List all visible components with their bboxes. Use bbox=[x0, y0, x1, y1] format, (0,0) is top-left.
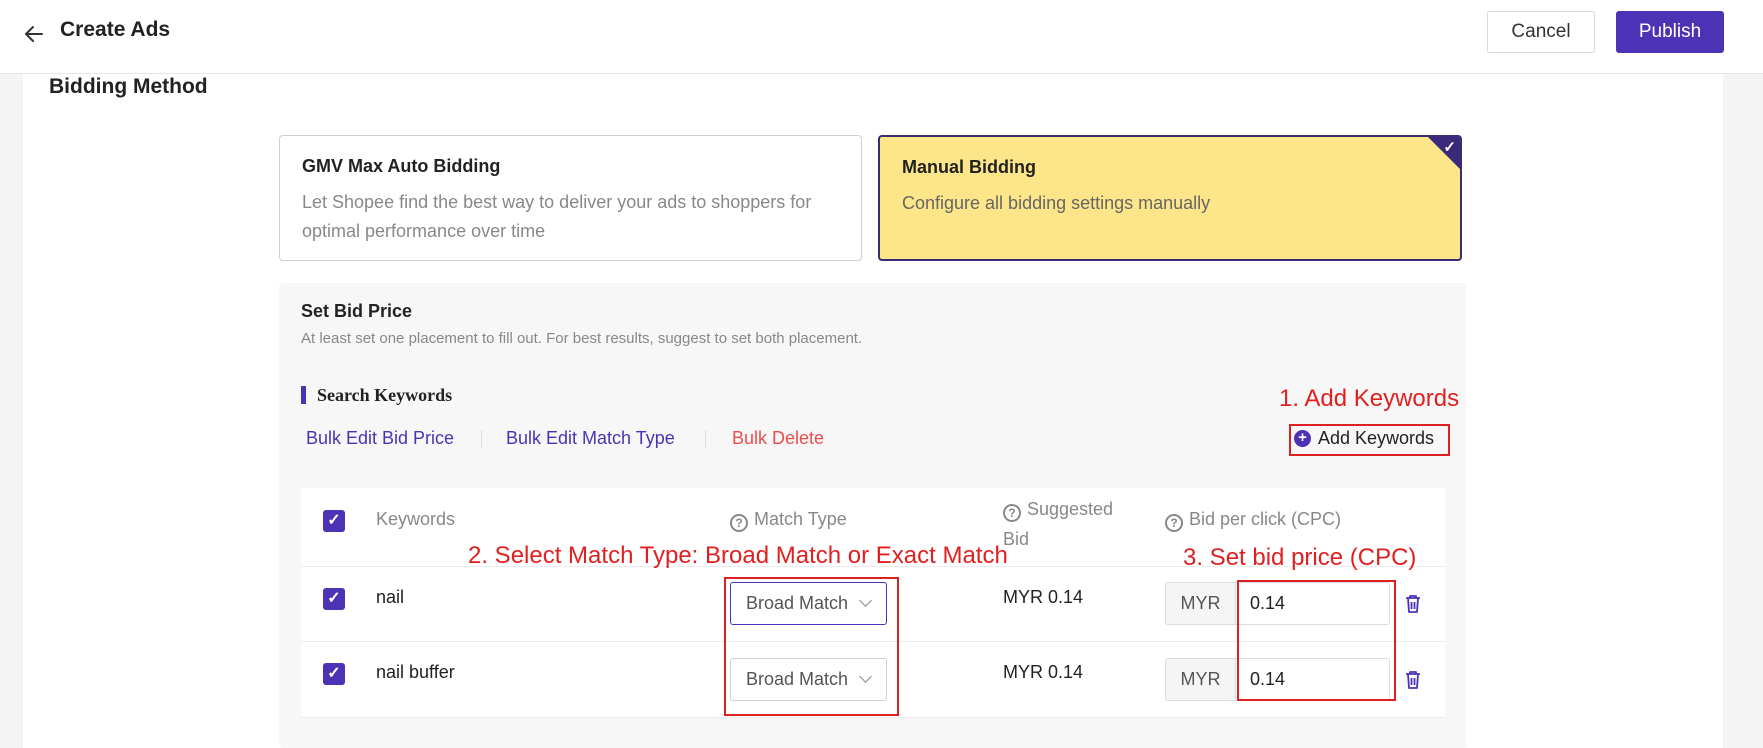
divider bbox=[481, 430, 482, 448]
bulk-edit-match-type-link[interactable]: Bulk Edit Match Type bbox=[506, 428, 675, 449]
annotation-box-match-type bbox=[724, 577, 899, 716]
option-description: Configure all bidding settings manually bbox=[902, 193, 1211, 213]
row-checkbox[interactable]: ✓ bbox=[323, 588, 345, 610]
help-icon[interactable]: ? bbox=[1165, 514, 1183, 532]
select-all-checkbox[interactable]: ✓ bbox=[323, 510, 345, 532]
keyword-cell: nail bbox=[376, 587, 405, 607]
trash-icon[interactable] bbox=[1404, 594, 1422, 614]
section-accent-bar bbox=[301, 386, 306, 404]
bulk-delete-link[interactable]: Bulk Delete bbox=[732, 428, 824, 449]
set-bid-price-subtitle: At least set one placement to fill out. … bbox=[301, 330, 863, 347]
column-header-keywords: Keywords bbox=[376, 509, 456, 529]
suggested-bid-cell: MYR 0.14 bbox=[1003, 587, 1084, 607]
back-arrow-icon[interactable] bbox=[22, 22, 46, 46]
option-description: Let Shopee find the best way to deliver … bbox=[302, 192, 812, 241]
search-keywords-title: Search Keywords bbox=[317, 385, 453, 405]
column-header-match-type: ? Match Type bbox=[730, 509, 847, 532]
cancel-button[interactable]: Cancel bbox=[1487, 11, 1595, 53]
option-title: GMV Max Auto Bidding bbox=[302, 156, 501, 176]
keyword-cell: nail buffer bbox=[376, 662, 455, 682]
column-header-suggested-bid: ? Suggested Bid bbox=[1003, 499, 1114, 549]
column-header-bid-per-click: ? Bid per click (CPC) bbox=[1165, 509, 1341, 532]
row-divider bbox=[301, 717, 1445, 718]
trash-icon[interactable] bbox=[1404, 670, 1422, 690]
check-icon: ✓ bbox=[1443, 139, 1456, 156]
option-title: Manual Bidding bbox=[902, 157, 1036, 177]
annotation-box-add-keywords bbox=[1289, 424, 1450, 456]
top-bar: Create Ads Cancel Publish bbox=[0, 0, 1763, 74]
set-bid-price-title: Set Bid Price bbox=[301, 301, 413, 321]
gmv-max-auto-bidding-option[interactable]: GMV Max Auto Bidding Let Shopee find the… bbox=[279, 135, 862, 261]
currency-prefix: MYR bbox=[1165, 582, 1235, 625]
currency-prefix: MYR bbox=[1165, 658, 1235, 701]
divider bbox=[705, 430, 706, 448]
publish-button[interactable]: Publish bbox=[1616, 11, 1724, 53]
suggested-bid-cell: MYR 0.14 bbox=[1003, 662, 1084, 682]
annotation-step-3: 3. Set bid price (CPC) bbox=[1183, 544, 1417, 571]
bidding-method-title: Bidding Method bbox=[49, 75, 208, 98]
manual-bidding-option[interactable]: Manual Bidding Configure all bidding set… bbox=[878, 135, 1462, 261]
annotation-step-2: 2. Select Match Type: Broad Match or Exa… bbox=[468, 542, 1008, 569]
page-title: Create Ads bbox=[60, 18, 171, 41]
annotation-step-1: 1. Add Keywords bbox=[1279, 385, 1460, 412]
bulk-edit-bid-price-link[interactable]: Bulk Edit Bid Price bbox=[306, 428, 454, 449]
row-checkbox[interactable]: ✓ bbox=[323, 663, 345, 685]
help-icon[interactable]: ? bbox=[1003, 504, 1021, 522]
annotation-box-bid-price bbox=[1237, 580, 1396, 701]
help-icon[interactable]: ? bbox=[730, 514, 748, 532]
